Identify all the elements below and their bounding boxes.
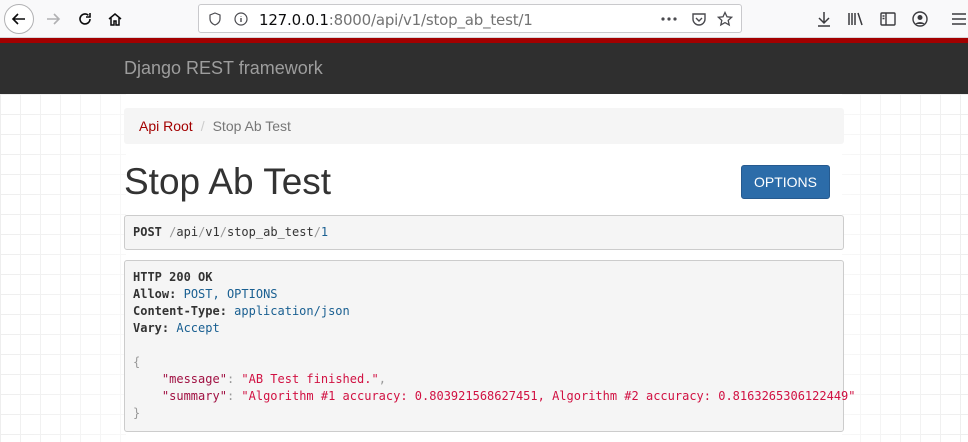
header-name: Content-Type: bbox=[133, 304, 227, 318]
json-value: "AB Test finished." bbox=[241, 372, 379, 386]
info-icon[interactable] bbox=[231, 9, 251, 29]
url-text[interactable]: 127.0.0.1:8000/api/v1/stop_ab_test/1 bbox=[259, 11, 533, 29]
download-icon[interactable] bbox=[813, 8, 835, 30]
response-info: HTTP 200 OK Allow: POST, OPTIONS Content… bbox=[124, 260, 856, 432]
json-open-brace: { bbox=[133, 355, 141, 369]
account-icon[interactable] bbox=[909, 8, 931, 30]
header-value: Accept bbox=[176, 321, 220, 335]
bookmark-star-icon[interactable] bbox=[715, 9, 735, 29]
breadcrumb: Api Root / Stop Ab Test bbox=[124, 108, 844, 144]
pocket-icon[interactable] bbox=[689, 9, 709, 29]
sidebar-icon[interactable] bbox=[877, 8, 899, 30]
url-bar[interactable]: 127.0.0.1:8000/api/v1/stop_ab_test/1 bbox=[198, 4, 742, 33]
library-icon[interactable] bbox=[845, 8, 867, 30]
request-info: POST /api/v1/stop_ab_test/1 bbox=[124, 215, 844, 250]
reload-icon[interactable] bbox=[70, 4, 100, 34]
options-button[interactable]: OPTIONS bbox=[741, 165, 830, 199]
json-key: "summary" bbox=[161, 389, 227, 403]
breadcrumb-separator: / bbox=[200, 118, 205, 134]
page-actions-icon[interactable] bbox=[659, 9, 679, 29]
page-title: Stop Ab Test bbox=[124, 161, 332, 202]
json-key: "message" bbox=[161, 372, 227, 386]
breadcrumb-current: Stop Ab Test bbox=[212, 118, 291, 134]
request-path: /api/v1/stop_ab_test/1 bbox=[169, 225, 329, 239]
header-name: Vary: bbox=[133, 321, 170, 335]
breadcrumb-root-link[interactable]: Api Root bbox=[139, 118, 193, 134]
brand-link[interactable]: Django REST framework bbox=[124, 58, 323, 79]
header-name: Allow: bbox=[133, 287, 177, 301]
response-status: HTTP 200 OK bbox=[133, 270, 213, 284]
header-value: POST, OPTIONS bbox=[183, 287, 278, 301]
page-content: Api Root / Stop Ab Test Stop Ab Test OPTIO… bbox=[0, 94, 968, 442]
home-icon[interactable] bbox=[100, 4, 130, 34]
url-path: :8000/api/v1/stop_ab_test/1 bbox=[328, 11, 533, 29]
forward-arrow-icon[interactable] bbox=[38, 4, 68, 34]
request-method: POST bbox=[133, 225, 162, 239]
json-close-brace: } bbox=[133, 406, 141, 420]
navbar: Django REST framework bbox=[0, 43, 968, 94]
json-value: "Algorithm #1 accuracy: 0.80392156862745… bbox=[241, 389, 856, 403]
header-value: application/json bbox=[234, 304, 350, 318]
shield-icon[interactable] bbox=[205, 9, 225, 29]
browser-toolbar: 127.0.0.1:8000/api/v1/stop_ab_test/1 bbox=[0, 0, 968, 38]
url-host: 127.0.0.1 bbox=[259, 11, 329, 29]
menu-icon[interactable] bbox=[948, 8, 968, 30]
back-arrow-icon[interactable] bbox=[4, 4, 34, 34]
